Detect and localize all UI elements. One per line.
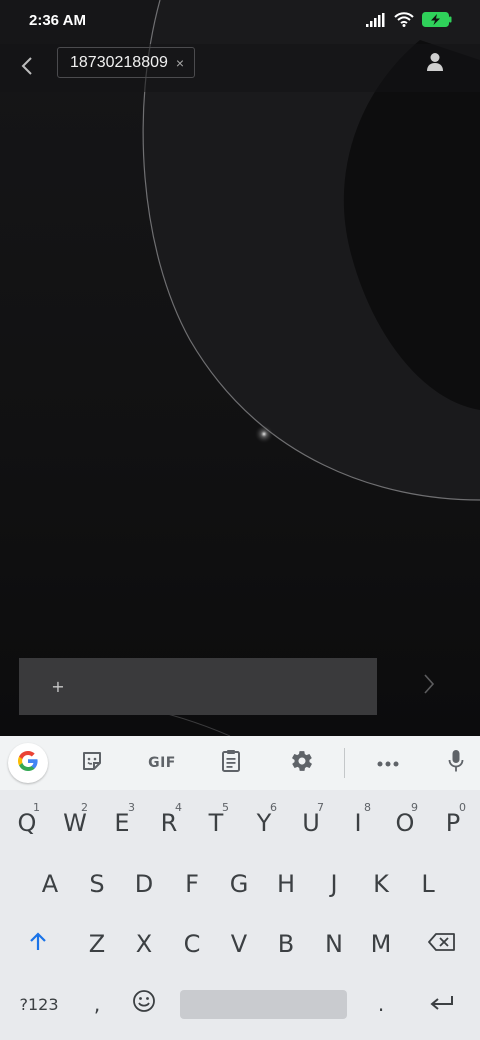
key-u[interactable]: U7 (288, 796, 334, 850)
close-icon[interactable]: × (176, 56, 184, 70)
mic-icon (448, 749, 464, 778)
signal-icon (366, 12, 386, 32)
sticker-button[interactable] (72, 743, 112, 783)
send-button[interactable] (414, 669, 444, 703)
shift-key[interactable] (10, 916, 66, 972)
clipboard-button[interactable] (211, 743, 251, 783)
key-d[interactable]: D (121, 856, 167, 912)
clipboard-icon (221, 749, 241, 778)
key-hint: 2 (81, 801, 88, 814)
enter-arrow-icon (429, 990, 455, 1018)
key-v[interactable]: V (216, 916, 262, 972)
backspace-icon (428, 930, 456, 958)
key-i[interactable]: I8 (335, 796, 381, 850)
keyboard: GIF Q 1 W 2 E 3 R 4 T 5 Y 6 U 7 I 8 O 9 … (0, 736, 480, 1040)
key-e[interactable]: E3 (99, 796, 145, 850)
key-g[interactable]: G (216, 856, 262, 912)
key-hint: 8 (364, 801, 371, 814)
key-o[interactable]: O9 (382, 796, 428, 850)
key-r[interactable]: R4 (146, 796, 192, 850)
key-y[interactable]: Y6 (241, 796, 287, 850)
key-z[interactable]: Z (74, 916, 120, 972)
recipient-chip[interactable]: 18730218809 × (57, 47, 196, 78)
back-button[interactable] (12, 50, 42, 86)
more-button[interactable] (368, 743, 408, 783)
enter-key[interactable] (414, 978, 470, 1030)
status-icons (366, 12, 452, 32)
person-icon (426, 52, 444, 77)
key-s[interactable]: S (74, 856, 120, 912)
emoji-icon (132, 989, 156, 1019)
key-m[interactable]: M (358, 916, 404, 972)
key-j[interactable]: J (311, 856, 357, 912)
comma-key[interactable]: , (74, 978, 120, 1030)
sticker-icon (81, 750, 103, 777)
wifi-icon (394, 12, 414, 32)
key-hint: 4 (175, 801, 182, 814)
key-hint: 3 (128, 801, 135, 814)
status-bar: 2:36 AM (0, 0, 480, 44)
key-hint: 5 (222, 801, 229, 814)
key-p[interactable]: P0 (430, 796, 476, 850)
voice-input-button[interactable] (436, 743, 476, 783)
space-key[interactable] (180, 990, 347, 1019)
period-key[interactable]: . (358, 978, 404, 1030)
key-hint: 0 (459, 801, 466, 814)
key-w[interactable]: W2 (52, 796, 98, 850)
key-t[interactable]: T5 (193, 796, 239, 850)
key-hint: 7 (317, 801, 324, 814)
battery-charging-icon (422, 12, 452, 32)
google-icon (16, 749, 40, 778)
key-b[interactable]: B (263, 916, 309, 972)
recipient-number: 18730218809 (70, 53, 168, 71)
keyboard-toolbar: GIF (0, 736, 480, 790)
conversation-header: 18730218809 × (0, 44, 480, 92)
toolbar-divider (344, 748, 345, 778)
emoji-key[interactable] (121, 978, 167, 1030)
attach-button[interactable]: + (48, 674, 68, 698)
key-c[interactable]: C (169, 916, 215, 972)
gif-button[interactable]: GIF (141, 743, 183, 783)
chevron-right-icon (423, 673, 435, 700)
key-f[interactable]: F (169, 856, 215, 912)
more-icon (377, 754, 399, 772)
key-l[interactable]: L (405, 856, 451, 912)
contact-button[interactable] (420, 50, 450, 78)
key-hint: 6 (270, 801, 277, 814)
key-x[interactable]: X (121, 916, 167, 972)
google-button[interactable] (8, 743, 48, 783)
chevron-left-icon (21, 56, 33, 81)
settings-button[interactable] (282, 743, 322, 783)
key-k[interactable]: K (358, 856, 404, 912)
key-hint: 9 (411, 801, 418, 814)
shift-arrow-icon (28, 930, 48, 958)
gear-icon (290, 749, 314, 778)
key-hint: 1 (33, 801, 40, 814)
key-h[interactable]: H (263, 856, 309, 912)
key-n[interactable]: N (311, 916, 357, 972)
status-time: 2:36 AM (29, 12, 86, 29)
wallpaper (0, 0, 480, 736)
message-input[interactable]: + (19, 658, 377, 715)
gif-label: GIF (148, 755, 176, 771)
key-q[interactable]: Q1 (4, 796, 50, 850)
key-a[interactable]: A (27, 856, 73, 912)
symbols-key[interactable]: ?123 (8, 978, 70, 1030)
backspace-key[interactable] (414, 916, 470, 972)
